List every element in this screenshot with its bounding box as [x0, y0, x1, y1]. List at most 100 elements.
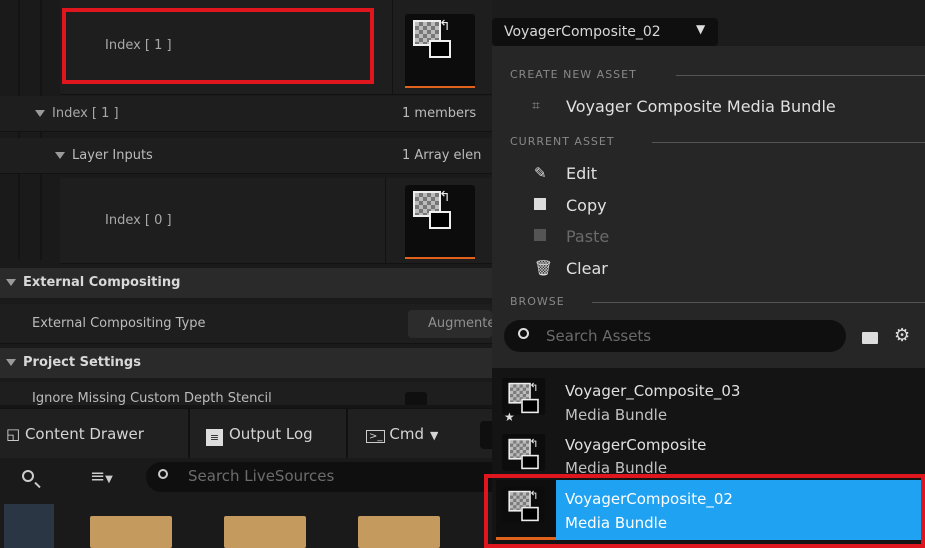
copy-label: Copy: [566, 196, 607, 215]
media-bundle-thumbnail[interactable]: ↰: [405, 185, 475, 259]
search-icon: [518, 328, 529, 339]
collapse-arrow-icon[interactable]: [6, 279, 16, 286]
clear-label: Clear: [566, 259, 608, 278]
asset-name: VoyagerComposite: [565, 436, 707, 454]
content-drawer-icon: ◱: [6, 425, 25, 443]
arrow-icon: ↰: [529, 381, 539, 394]
collapse-arrow-icon[interactable]: [6, 359, 16, 366]
section-external-compositing[interactable]: External Compositing: [0, 268, 492, 298]
array-elements: 1 Array elen: [402, 148, 482, 163]
arrow-icon: ↰: [439, 189, 451, 205]
index-expand-label: Index [ 1 ]: [35, 106, 119, 121]
output-log-icon: ≡: [206, 429, 223, 446]
cmd-label: Cmd: [389, 425, 424, 443]
folder-icon[interactable]: [90, 516, 172, 548]
checkbox[interactable]: [405, 392, 427, 405]
box-icon: [521, 398, 539, 414]
paste-icon: [534, 229, 546, 241]
content-search-placeholder: Search LiveSources: [188, 467, 335, 485]
thumbnail-underline: [405, 86, 475, 88]
trash-icon: 🗑: [534, 259, 554, 277]
asset-combo-button[interactable]: VoyagerComposite_02 ▼: [492, 18, 718, 46]
content-drawer-label: Content Drawer: [24, 425, 144, 443]
chevron-down-icon: ▼: [696, 22, 706, 36]
header-divider: [676, 75, 925, 76]
section-external-label: External Compositing: [6, 275, 180, 290]
external-type-label: External Compositing Type: [32, 316, 206, 331]
content-search-input[interactable]: Search LiveSources: [146, 462, 492, 492]
search-icon-handle: [34, 481, 41, 489]
members-count: 1 members: [402, 106, 477, 121]
partial-row-label: Ignore Missing Custom Depth Stencil: [32, 391, 272, 405]
partial-row: Ignore Missing Custom Depth Stencil: [0, 382, 492, 405]
highlight-box: [484, 474, 925, 548]
toolbar-divider: [188, 409, 190, 459]
filter-icon[interactable]: ≡▼: [90, 466, 113, 487]
arrow-icon: ↰: [439, 18, 451, 34]
box-icon: [521, 454, 539, 470]
browse-header: BROWSE: [510, 295, 565, 308]
search-icon[interactable]: [22, 470, 34, 482]
expand-arrow-icon[interactable]: [55, 152, 65, 159]
layer-inputs-text: Layer Inputs: [72, 148, 153, 163]
create-new-asset-header: CREATE NEW ASSET: [510, 68, 637, 81]
output-log-label: Output Log: [229, 425, 313, 443]
current-asset-header: CURRENT ASSET: [510, 135, 615, 148]
asset-thumbnail: ↰: [502, 434, 546, 471]
column-divider: [392, 0, 393, 95]
arrow-icon: ↰: [529, 437, 539, 450]
section-external-text: External Compositing: [23, 275, 181, 290]
edit-label: Edit: [566, 164, 597, 183]
gear-icon[interactable]: ⚙: [894, 325, 910, 346]
header-divider: [652, 142, 925, 143]
chevron-down-icon: ▼: [430, 429, 439, 442]
index-label-text: Index [ 1 ]: [52, 106, 119, 121]
terminal-icon: >_: [366, 430, 386, 443]
layer-inputs-label: Layer Inputs: [55, 148, 153, 163]
asset-search-input[interactable]: Search Assets: [504, 320, 846, 352]
box-icon: [429, 211, 451, 229]
asset-combo-label: VoyagerComposite_02: [504, 24, 661, 40]
index-row-expand[interactable]: Index [ 1 ] 1 members: [0, 96, 492, 132]
section-project-label: Project Settings: [6, 355, 141, 370]
external-compositing-type-row: External Compositing Type Augmente: [0, 304, 492, 344]
section-project-text: Project Settings: [23, 355, 141, 370]
asset-type: Media Bundle: [565, 406, 668, 424]
clear-item[interactable]: 🗑 Clear: [492, 254, 925, 284]
column-divider: [385, 178, 386, 264]
toolbar-divider: [346, 409, 348, 459]
output-log-button[interactable]: ≡ Output Log: [206, 425, 313, 446]
pencil-icon: ✎: [534, 164, 547, 182]
star-icon: ★: [504, 410, 515, 424]
asset-item[interactable]: ↰ ★ Voyager_Composite_03 Media Bundle: [496, 374, 925, 426]
copy-icon: [534, 198, 546, 210]
content-drawer-button[interactable]: ◱ Content Drawer: [6, 425, 144, 443]
cmd-dropdown[interactable]: >_ Cmd ▼: [366, 425, 438, 443]
asset-search-placeholder: Search Assets: [546, 327, 652, 345]
create-media-bundle-item[interactable]: ⌗ Voyager Composite Media Bundle: [492, 92, 925, 122]
folder-icon[interactable]: [358, 516, 440, 548]
create-media-bundle-label: Voyager Composite Media Bundle: [566, 97, 836, 116]
media-bundle-create-icon: ⌗: [532, 98, 540, 114]
header-divider: [592, 302, 925, 303]
section-project-settings[interactable]: Project Settings: [0, 348, 492, 378]
edit-item[interactable]: ✎ Edit: [492, 159, 925, 189]
highlight-box: [62, 8, 374, 84]
media-bundle-thumbnail[interactable]: ↰: [405, 14, 475, 88]
paste-item: Paste: [492, 222, 925, 252]
paste-label: Paste: [566, 227, 610, 246]
index-label: Index [ 0 ]: [105, 213, 172, 228]
search-icon: [158, 469, 168, 479]
box-icon: [429, 40, 451, 58]
sources-panel-strip: [4, 504, 54, 548]
external-type-dropdown[interactable]: Augmente: [408, 310, 492, 338]
content-browser: ≡▼ Search LiveSources: [0, 458, 492, 548]
copy-item[interactable]: Copy: [492, 191, 925, 221]
thumbnail-underline: [405, 257, 475, 259]
folder-filter-icon[interactable]: [862, 332, 878, 344]
expand-arrow-icon[interactable]: [35, 110, 45, 117]
asset-name: Voyager_Composite_03: [565, 382, 741, 400]
folder-icon[interactable]: [224, 516, 306, 548]
asset-item[interactable]: ↰ VoyagerComposite Media Bundle: [496, 430, 925, 476]
layer-inputs-row[interactable]: Layer Inputs 1 Array elen: [0, 138, 492, 174]
